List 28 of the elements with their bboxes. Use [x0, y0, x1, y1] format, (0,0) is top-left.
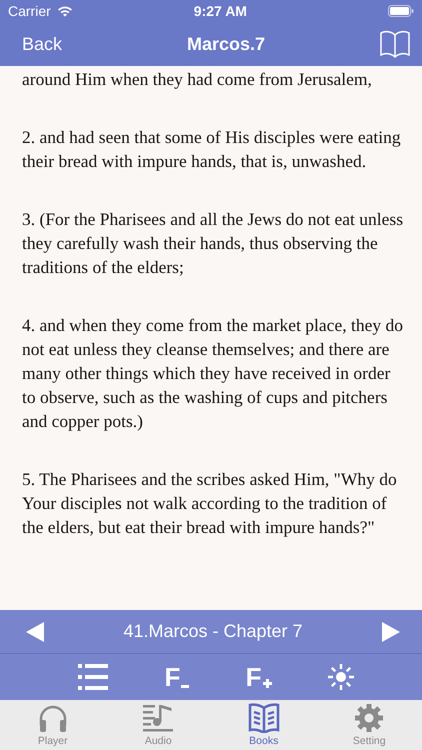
next-triangle-icon[interactable] [382, 622, 400, 642]
open-book-icon [248, 703, 280, 733]
chapter-title: 41.Marcos - Chapter 7 [123, 621, 303, 642]
carrier-label: Carrier [8, 3, 51, 19]
verse-text: 5. The Pharisees and the scribes asked Him, "Why do Your disciples not walk according to the tradition of the elders, but eat their bread with impure hands?" [22, 468, 398, 539]
tab-item[interactable]: Audio [118, 700, 198, 750]
gear-icon [353, 703, 386, 733]
verse-text: around Him when they had come from Jerusalem, [22, 68, 373, 91]
list-icon[interactable] [78, 664, 108, 690]
tab-item[interactable]: Player [12, 700, 93, 750]
music-list-icon [142, 703, 174, 733]
font-larger-button[interactable]: F [246, 664, 272, 690]
plus-icon [262, 679, 272, 688]
wifi-icon [56, 5, 73, 17]
minus-icon [181, 685, 190, 688]
font-smaller-button[interactable]: F [164, 664, 190, 690]
tab-item[interactable]: Books [224, 700, 304, 750]
book-icon[interactable] [380, 30, 410, 58]
verse-text: 3. (For the Pharisees and all the Jews do not eat unless they carefully wash their hands, thus observing the traditions of the elders; [22, 208, 404, 279]
tab-item[interactable]: Setting [329, 700, 410, 750]
clock-label: 9:27 AM [192, 3, 248, 19]
back-button[interactable]: Back [22, 34, 62, 54]
battery-icon [388, 5, 414, 17]
verse-text: 4. and when they come from the market place, they do not eat unless they cleanse themselves; and there are many other things which they have received in order to observe, such as the washing of cups and pitchers and copper pots.) [22, 314, 404, 433]
previous-triangle-icon[interactable] [26, 622, 44, 642]
verse-text: 2. and had seen that some of His disciples were eating their bread with impure hands, that is, unwashed. [22, 126, 402, 173]
brightness-icon[interactable] [328, 664, 354, 690]
nav-title: Marcos.7 [186, 34, 266, 54]
